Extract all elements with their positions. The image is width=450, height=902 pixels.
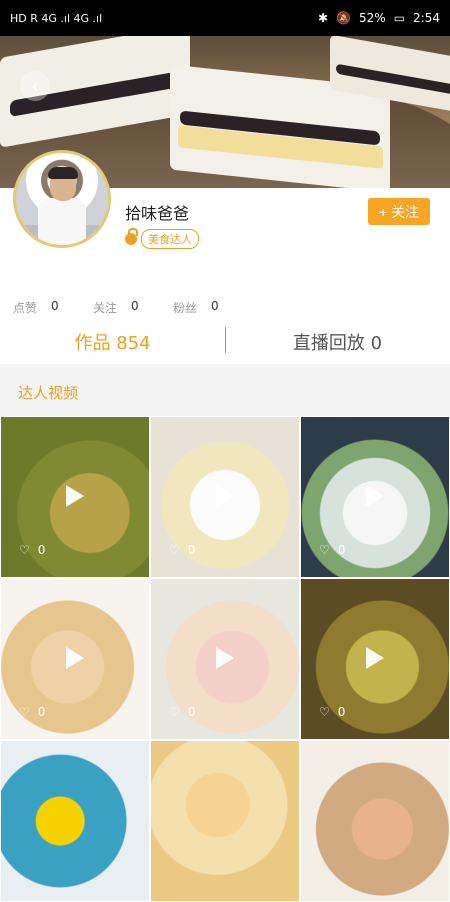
profile-badge: 美食达人 — [125, 228, 199, 249]
likes-count: 0 — [37, 543, 46, 557]
tab-divider — [225, 327, 226, 353]
likes-count: 0 — [337, 705, 346, 719]
tab-label: 直播回放 — [292, 333, 365, 354]
battery-percent: 52% — [359, 11, 386, 25]
mute-icon: 🔕 — [336, 11, 352, 25]
likes: ♡ 0 — [319, 543, 345, 557]
status-right: ✱ 🔕 52% ▭ 2:54 — [318, 11, 440, 25]
play-icon — [366, 485, 384, 507]
play-icon — [66, 647, 84, 669]
heart-icon: ♡ — [169, 543, 180, 557]
back-button[interactable]: ‹ — [20, 71, 50, 101]
profile-stats: 点赞 0 关注 0 粉丝 0 — [13, 299, 253, 316]
profile-name: 拾味爸爸 — [125, 204, 190, 223]
play-icon — [366, 647, 384, 669]
stat-followers: 粉丝 0 — [173, 299, 253, 316]
likes: ♡ 0 — [169, 705, 195, 719]
follow-button[interactable]: + 关注 — [368, 198, 430, 225]
likes-count: 0 — [187, 543, 196, 557]
avatar-shirt — [38, 198, 86, 245]
stat-likes: 点赞 0 — [13, 299, 93, 316]
tab-count: 0 — [370, 333, 383, 354]
tab-live-replay[interactable]: 直播回放 0 — [225, 329, 450, 355]
sandwich-filling — [336, 63, 450, 95]
stat-value: 0 — [51, 299, 59, 313]
stat-value: 0 — [131, 299, 139, 313]
video-tile[interactable]: ♡ 0 — [300, 416, 450, 578]
heart-icon: ♡ — [19, 543, 30, 557]
video-tile[interactable] — [0, 740, 150, 902]
section-title: 达人视频 — [18, 384, 79, 402]
likes-count: 0 — [37, 705, 46, 719]
heart-icon: ♡ — [169, 705, 180, 719]
video-tile[interactable]: ♡ 0 — [150, 416, 300, 578]
likes: ♡ 0 — [319, 705, 345, 719]
clock: 2:54 — [413, 11, 440, 25]
tab-works[interactable]: 作品 854 — [0, 329, 225, 355]
stat-label: 点赞 — [13, 301, 38, 315]
badge-label: 美食达人 — [141, 229, 199, 249]
play-icon — [66, 485, 84, 507]
section-header: 达人视频 — [0, 364, 450, 416]
likes: ♡ 0 — [169, 543, 195, 557]
likes: ♡ 0 — [19, 705, 45, 719]
heart-icon: ♡ — [19, 705, 30, 719]
video-tile[interactable]: ♡ 0 — [300, 578, 450, 740]
video-tile[interactable]: ♡ 0 — [0, 578, 150, 740]
tab-count: 854 — [116, 333, 151, 354]
stat-label: 粉丝 — [173, 301, 198, 315]
battery-icon: ▭ — [393, 11, 406, 25]
video-tile[interactable] — [150, 740, 300, 902]
video-tile[interactable]: ♡ 0 — [0, 416, 150, 578]
avatar-hair — [48, 167, 78, 179]
video-grid: ♡ 0 ♡ 0 ♡ 0 ♡ 0 ♡ 0 ♡ 0 — [0, 416, 450, 902]
likes-count: 0 — [187, 705, 196, 719]
avatar[interactable] — [13, 150, 111, 248]
stat-value: 0 — [211, 299, 219, 313]
status-left: HD R 4G .ıl 4G .ıl — [10, 12, 102, 25]
heart-icon: ♡ — [319, 705, 330, 719]
network-indicator: HD R 4G .ıl 4G .ıl — [10, 11, 103, 25]
video-tile[interactable]: ♡ 0 — [150, 578, 300, 740]
status-bar: HD R 4G .ıl 4G .ıl ✱ 🔕 52% ▭ 2:54 — [0, 0, 450, 36]
video-tile[interactable] — [300, 740, 450, 902]
medal-icon — [125, 228, 138, 245]
chevron-left-icon: ‹ — [31, 75, 39, 97]
likes-count: 0 — [337, 543, 346, 557]
tab-label: 作品 — [74, 333, 111, 354]
stat-following: 关注 0 — [93, 299, 173, 316]
likes: ♡ 0 — [19, 543, 45, 557]
play-icon — [216, 647, 234, 669]
bluetooth-icon: ✱ — [318, 11, 329, 25]
play-icon — [216, 485, 234, 507]
stat-label: 关注 — [93, 301, 118, 315]
heart-icon: ♡ — [319, 543, 330, 557]
